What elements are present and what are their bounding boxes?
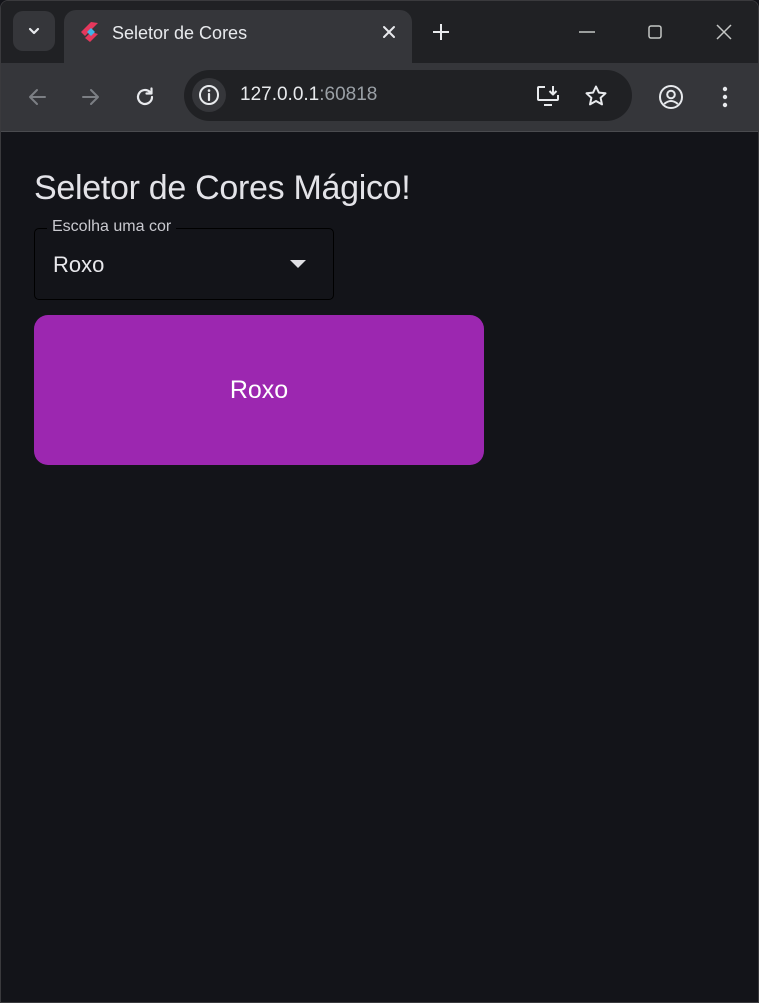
close-window-button[interactable] [706,15,742,49]
browser-window: Seletor de Cores 127.0.0.1:60818 Seletor… [0,0,759,1003]
caret-down-icon [290,260,306,268]
minimize-icon [578,23,596,41]
maximize-icon [647,24,663,40]
bookmark-button[interactable] [579,79,613,113]
minimize-button[interactable] [569,15,605,49]
browser-toolbar: 127.0.0.1:60818 [1,63,758,132]
browser-menu-button[interactable] [707,79,743,115]
install-app-button[interactable] [531,79,565,113]
maximize-button[interactable] [637,15,673,49]
back-button[interactable] [19,79,55,115]
install-icon [535,84,561,108]
reload-button[interactable] [127,79,163,115]
close-tab-button[interactable] [376,19,402,45]
tab-search-button[interactable] [13,11,55,51]
chevron-down-icon [26,23,42,39]
address-bar[interactable]: 127.0.0.1:60818 [184,70,632,121]
arrow-right-icon [80,86,102,108]
flutter-favicon-icon [79,21,99,43]
forward-button[interactable] [73,79,109,115]
page-title: Seletor de Cores Mágico! [34,169,411,207]
color-select-value: Roxo [53,252,105,277]
site-info-button[interactable] [192,78,226,112]
tab-strip: Seletor de Cores [1,1,758,63]
address-port: :60818 [319,84,378,105]
new-tab-button[interactable] [425,16,457,48]
color-button[interactable]: Roxo [34,315,484,465]
plus-icon [432,23,450,41]
profile-icon [658,84,684,110]
address-url[interactable]: 127.0.0.1:60818 [240,84,377,106]
color-button-label: Roxo [229,375,289,404]
arrow-left-icon [26,86,48,108]
reload-icon [134,86,156,108]
star-icon [584,84,608,108]
profile-button[interactable] [653,79,689,115]
close-icon [382,25,396,39]
address-host: 127.0.0.1 [240,84,320,105]
color-select-label: Escolha uma cor [47,218,177,236]
tab-title: Seletor de Cores [112,23,248,43]
color-select[interactable]: Escolha uma cor Roxo [34,218,334,300]
tab-active[interactable]: Seletor de Cores [64,10,412,63]
close-icon [715,23,733,41]
page-content: Seletor de Cores Mágico! Escolha uma cor… [1,133,758,1002]
more-vert-icon [722,86,728,108]
info-icon [198,84,220,106]
